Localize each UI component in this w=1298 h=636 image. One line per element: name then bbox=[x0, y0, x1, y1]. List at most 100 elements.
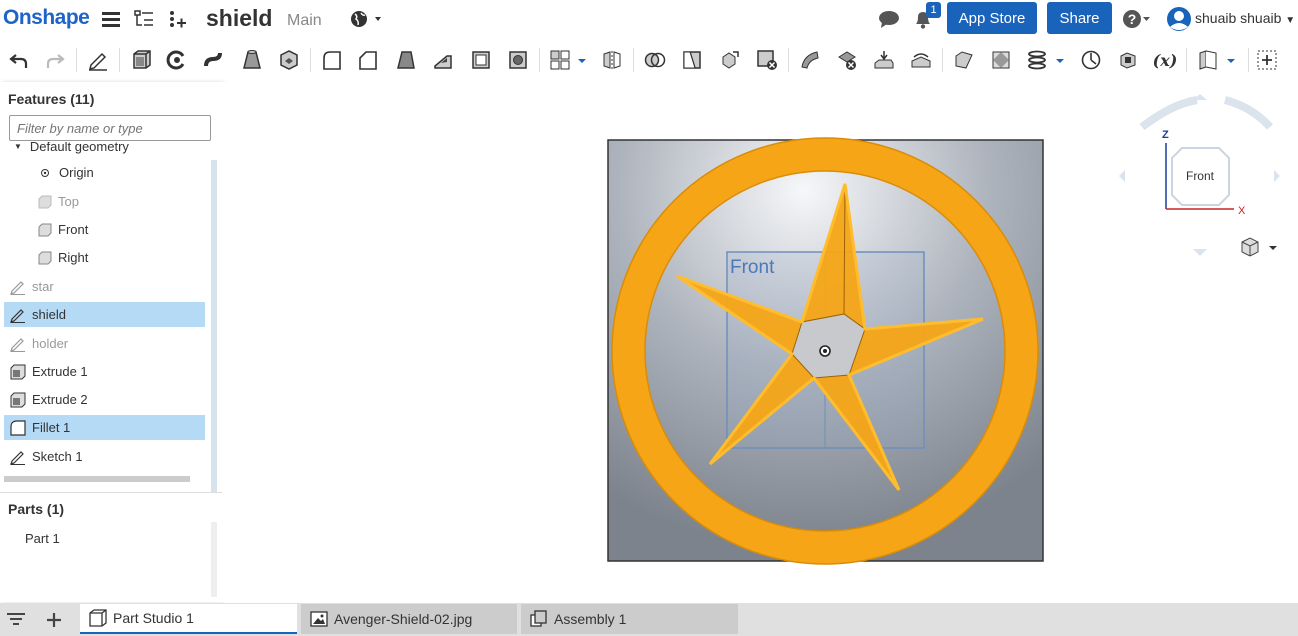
menu-icon[interactable] bbox=[100, 8, 122, 30]
globe-icon[interactable] bbox=[348, 8, 384, 30]
hole-tool-icon[interactable] bbox=[507, 49, 529, 71]
panel-divider[interactable] bbox=[0, 492, 222, 493]
tree-item-right-plane[interactable]: Right bbox=[38, 245, 204, 270]
app-store-button[interactable]: App Store bbox=[947, 2, 1037, 34]
fillet-tool-icon[interactable] bbox=[321, 49, 343, 71]
variable-tool-icon[interactable]: (x) bbox=[1152, 49, 1178, 71]
feature-tree-vertical-scrollbar[interactable] bbox=[211, 160, 217, 492]
mate-connector-icon[interactable] bbox=[990, 49, 1012, 71]
origin-marker[interactable] bbox=[819, 345, 831, 357]
sketch-icon bbox=[10, 280, 25, 295]
mirror-tool-icon[interactable] bbox=[601, 49, 623, 71]
rib-tool-icon[interactable] bbox=[432, 49, 454, 71]
insert-icon[interactable] bbox=[166, 8, 188, 30]
assembly-icon bbox=[530, 610, 547, 627]
feature-list-icon[interactable] bbox=[133, 8, 155, 30]
tree-item-sketch-1[interactable]: Sketch 1 bbox=[4, 444, 205, 469]
tree-item-shield[interactable]: shield bbox=[4, 302, 205, 327]
document-tab-bar: Part Studio 1 Avenger-Shield-02.jpg Asse… bbox=[0, 603, 1298, 636]
modify-fillet-icon[interactable] bbox=[799, 49, 821, 71]
graphics-viewport[interactable]: Front Front Z X bbox=[222, 82, 1298, 602]
chevron-down-icon: ▼ bbox=[1285, 15, 1296, 26]
plane-tool-icon[interactable] bbox=[953, 49, 975, 71]
model-canvas[interactable]: Front Front Z X bbox=[222, 82, 1298, 602]
loft-tool-icon[interactable] bbox=[241, 49, 263, 71]
help-icon[interactable]: ? bbox=[1122, 8, 1156, 30]
onshape-logo[interactable]: Onshape bbox=[3, 6, 90, 30]
tree-item-holder[interactable]: holder bbox=[4, 331, 205, 356]
feature-filter-input[interactable] bbox=[9, 115, 211, 141]
share-button[interactable]: Share bbox=[1047, 2, 1112, 34]
rotate-right-arrow[interactable] bbox=[1223, 96, 1273, 130]
tab-manager-icon[interactable] bbox=[6, 611, 26, 629]
extrude-tool-icon[interactable] bbox=[131, 49, 153, 71]
replace-face-icon[interactable] bbox=[910, 49, 932, 71]
feature-toolbar: (x) bbox=[0, 40, 1298, 78]
sketch-tool-icon[interactable] bbox=[87, 49, 109, 71]
tree-item-extrude-1[interactable]: Extrude 1 bbox=[4, 359, 205, 384]
feature-tree-horizontal-scrollbar[interactable] bbox=[4, 476, 190, 482]
custom-dropdown-icon[interactable] bbox=[1224, 49, 1238, 71]
pattern-tool-icon[interactable] bbox=[549, 49, 571, 71]
section-view-icon[interactable] bbox=[1117, 49, 1139, 71]
axis-x-label: X bbox=[1238, 205, 1246, 217]
revolve-tool-icon[interactable] bbox=[166, 49, 188, 71]
plane-icon bbox=[38, 195, 52, 208]
pattern-dropdown-icon[interactable] bbox=[575, 49, 589, 71]
rotate-left-arrow[interactable] bbox=[1139, 96, 1198, 131]
measure-tool-icon[interactable] bbox=[1080, 49, 1102, 71]
notification-badge: 1 bbox=[926, 2, 941, 18]
delete-face-icon[interactable] bbox=[836, 49, 858, 71]
axis-z-label: Z bbox=[1162, 129, 1169, 141]
extrude-icon bbox=[10, 392, 26, 407]
top-bar: Onshape shield Main 1 App Store Share ? … bbox=[0, 0, 1298, 38]
document-title[interactable]: shield bbox=[206, 5, 272, 32]
tree-item-fillet-1[interactable]: Fillet 1 bbox=[4, 415, 205, 440]
parts-scrollbar[interactable] bbox=[211, 522, 217, 597]
user-name: shuaib shuaib bbox=[1195, 10, 1282, 26]
plane-icon bbox=[38, 223, 52, 236]
chat-icon[interactable] bbox=[878, 8, 900, 30]
view-down-arrow[interactable] bbox=[1193, 249, 1207, 256]
tree-item-default-geometry[interactable]: ▼ Default geometry bbox=[14, 142, 204, 159]
transform-tool-icon[interactable] bbox=[719, 49, 741, 71]
view-options-icon[interactable] bbox=[1241, 237, 1277, 257]
custom-features-icon[interactable] bbox=[1197, 49, 1219, 71]
add-tab-icon[interactable] bbox=[45, 611, 63, 629]
caret-down-icon: ▼ bbox=[14, 142, 22, 151]
tree-item-origin[interactable]: Origin bbox=[40, 160, 204, 185]
thicken-tool-icon[interactable] bbox=[278, 49, 300, 71]
shell-tool-icon[interactable] bbox=[470, 49, 492, 71]
view-right-arrow[interactable] bbox=[1274, 170, 1280, 182]
tree-item-top-plane[interactable]: Top bbox=[38, 189, 204, 214]
branch-name[interactable]: Main bbox=[287, 12, 322, 30]
tree-item-star[interactable]: star bbox=[4, 274, 205, 299]
boolean-tool-icon[interactable] bbox=[644, 49, 666, 71]
features-title: Features (11) bbox=[8, 91, 95, 107]
delete-part-icon[interactable] bbox=[756, 49, 778, 71]
chamfer-tool-icon[interactable] bbox=[357, 49, 379, 71]
draft-tool-icon[interactable] bbox=[395, 49, 417, 71]
tree-item-front-plane[interactable]: Front bbox=[38, 217, 204, 242]
tab-part-studio-1[interactable]: Part Studio 1 bbox=[80, 604, 297, 634]
view-left-arrow[interactable] bbox=[1119, 170, 1125, 182]
user-avatar-icon[interactable] bbox=[1166, 7, 1192, 31]
sketch-icon bbox=[10, 450, 25, 465]
tab-assembly-1[interactable]: Assembly 1 bbox=[521, 604, 738, 634]
feature-panel: Features (11) ▼ Default geometry Origin … bbox=[0, 82, 222, 602]
redo-icon[interactable] bbox=[44, 49, 66, 71]
part-item-part-1[interactable]: Part 1 bbox=[25, 526, 205, 551]
helix-tool-icon[interactable] bbox=[1026, 49, 1048, 71]
user-menu[interactable]: shuaib shuaib ▼ bbox=[1195, 10, 1295, 26]
view-cube[interactable]: Front Z X bbox=[1119, 94, 1280, 256]
split-tool-icon[interactable] bbox=[681, 49, 703, 71]
tree-item-extrude-2[interactable]: Extrude 2 bbox=[4, 387, 205, 412]
add-custom-feature-icon[interactable] bbox=[1256, 49, 1278, 71]
part-studio-icon bbox=[89, 609, 107, 627]
sweep-tool-icon[interactable] bbox=[203, 49, 225, 71]
curve-dropdown-icon[interactable] bbox=[1053, 49, 1067, 71]
undo-icon[interactable] bbox=[8, 49, 30, 71]
view-options-dropdown-icon[interactable] bbox=[1269, 246, 1277, 250]
move-face-icon[interactable] bbox=[873, 49, 895, 71]
tab-avenger-shield-image[interactable]: Avenger-Shield-02.jpg bbox=[301, 604, 517, 634]
